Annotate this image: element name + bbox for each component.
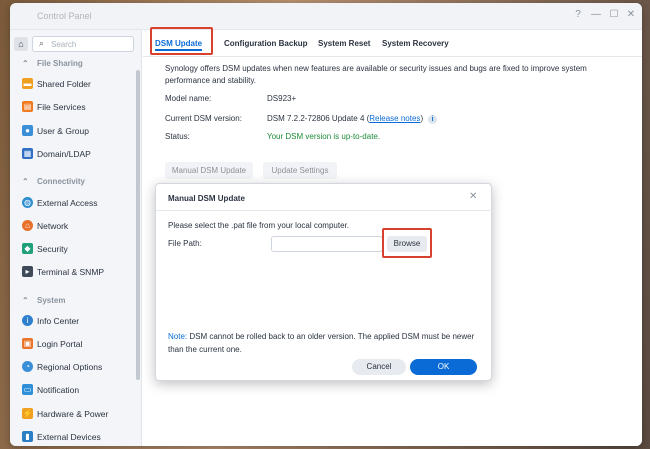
maximize-icon[interactable]: ☐	[608, 8, 620, 22]
model-value: DS923+	[267, 94, 297, 103]
sidebar-item-notification[interactable]: ▭ Notification	[10, 380, 136, 400]
login-portal-icon: ▣	[22, 338, 33, 349]
section-title: System	[37, 296, 66, 305]
dialog-note: Note: DSM cannot be rolled back to an ol…	[168, 330, 484, 356]
shield-icon: ◆	[22, 243, 33, 254]
sidebar-item-external-access[interactable]: ◍ External Access	[10, 193, 136, 213]
regional-icon: ◔	[22, 361, 33, 372]
minimize-icon[interactable]: —	[590, 8, 602, 22]
version-close: )	[420, 114, 424, 123]
window-title: Control Panel	[37, 11, 92, 21]
search-box: ⌕	[32, 36, 134, 52]
tab-label: Configuration Backup	[224, 39, 308, 48]
sidebar-item-label: Info Center	[37, 316, 80, 326]
sidebar-item-user-group[interactable]: ● User & Group	[10, 121, 136, 141]
dialog-title: Manual DSM Update	[168, 194, 245, 203]
tab-label: System Recovery	[382, 39, 449, 48]
sidebar-item-login-portal[interactable]: ▣ Login Portal	[10, 334, 136, 354]
sidebar-item-label: Terminal & SNMP	[37, 267, 105, 277]
status-value: Your DSM version is up-to-date.	[267, 132, 381, 141]
model-label: Model name:	[165, 94, 212, 103]
version-value: DSM 7.2.2-72806 Update 4 (	[267, 114, 370, 123]
sidebar-item-label: Notification	[37, 385, 80, 395]
sidebar-item-label: External Devices	[37, 432, 101, 442]
note-label: Note:	[168, 332, 188, 341]
manual-dsm-update-dialog: Manual DSM Update ✕ Please select the .p…	[155, 183, 493, 381]
title-bar: Control Panel ? — ☐ ✕	[10, 3, 642, 30]
sidebar-item-shared-folder[interactable]: ▬ Shared Folder	[10, 74, 136, 94]
version-label: Current DSM version:	[165, 114, 242, 123]
section-connectivity[interactable]: ⌃ Connectivity	[10, 176, 136, 190]
chevron-up-icon: ⌃	[22, 296, 29, 305]
sidebar-item-hardware-power[interactable]: ⚡ Hardware & Power	[10, 404, 136, 424]
section-title: File Sharing	[37, 59, 83, 68]
sidebar-item-label: External Access	[37, 198, 98, 208]
sidebar-item-external-devices[interactable]: ▮ External Devices	[10, 427, 136, 446]
info-icon[interactable]: i	[428, 115, 438, 124]
file-path-label: File Path:	[168, 239, 202, 248]
network-icon: ⌂	[22, 220, 33, 231]
sidebar-item-security[interactable]: ◆ Security	[10, 239, 136, 259]
search-input[interactable]	[51, 38, 131, 50]
cancel-button[interactable]: Cancel	[352, 359, 406, 375]
version-value-row: DSM 7.2.2-72806 Update 4 (Release notes)…	[267, 114, 438, 124]
notification-icon: ▭	[22, 384, 33, 395]
sidebar-item-regional-options[interactable]: ◔ Regional Options	[10, 357, 136, 377]
release-notes-link[interactable]: Release notes	[369, 114, 420, 123]
sidebar: ⌂ ⌕ ⌃ File Sharing ▬ Shared Folder ▤ Fil…	[10, 30, 142, 446]
sidebar-item-network[interactable]: ⌂ Network	[10, 216, 136, 236]
dialog-close-icon[interactable]: ✕	[469, 191, 477, 202]
sidebar-item-label: Shared Folder	[37, 79, 91, 89]
tab-system-reset[interactable]: System Reset	[318, 35, 370, 53]
sidebar-item-label: User & Group	[37, 126, 89, 136]
sidebar-scrollbar[interactable]	[136, 70, 140, 380]
sidebar-item-label: Security	[37, 244, 68, 254]
info-icon: i	[22, 315, 33, 326]
sidebar-item-label: File Services	[37, 102, 86, 112]
domain-icon: ▦	[22, 148, 33, 159]
section-title: Connectivity	[37, 177, 86, 186]
status-label: Status:	[165, 132, 190, 141]
tab-label: System Reset	[318, 39, 371, 48]
sidebar-item-label: Hardware & Power	[37, 409, 109, 419]
dialog-divider	[156, 210, 493, 211]
external-devices-icon: ▮	[22, 431, 33, 442]
sidebar-item-file-services[interactable]: ▤ File Services	[10, 97, 136, 117]
tab-highlight-box	[150, 27, 213, 55]
tab-configuration-backup[interactable]: Configuration Backup	[224, 35, 308, 53]
file-path-input[interactable]	[271, 236, 383, 252]
note-text: DSM cannot be rolled back to an older ve…	[168, 332, 475, 354]
browse-highlight-box	[382, 228, 432, 258]
ok-button[interactable]: OK	[410, 359, 477, 375]
home-icon[interactable]: ⌂	[14, 37, 28, 51]
section-file-sharing[interactable]: ⌃ File Sharing	[10, 58, 136, 72]
sidebar-item-label: Login Portal	[37, 339, 83, 349]
tab-system-recovery[interactable]: System Recovery	[382, 35, 449, 53]
dialog-instruction: Please select the .pat file from your lo…	[168, 221, 349, 230]
globe-icon: ◍	[22, 197, 33, 208]
chevron-up-icon: ⌃	[22, 177, 29, 186]
users-icon: ●	[22, 125, 33, 136]
update-description: Synology offers DSM updates when new fea…	[165, 64, 587, 85]
search-icon: ⌕	[39, 38, 45, 48]
help-icon[interactable]: ?	[572, 8, 584, 22]
section-system[interactable]: ⌃ System	[10, 295, 136, 309]
sidebar-item-label: Network	[37, 221, 69, 231]
sidebar-item-label: Domain/LDAP	[37, 149, 91, 159]
sidebar-item-label: Regional Options	[37, 362, 103, 372]
file-services-icon: ▤	[22, 101, 33, 112]
sidebar-item-info-center[interactable]: i Info Center	[10, 311, 136, 331]
folder-icon: ▬	[22, 78, 33, 89]
tab-divider	[143, 56, 642, 57]
terminal-icon: ▸	[22, 266, 33, 277]
sidebar-item-domain-ldap[interactable]: ▦ Domain/LDAP	[10, 144, 136, 164]
sidebar-item-terminal-snmp[interactable]: ▸ Terminal & SNMP	[10, 262, 136, 282]
close-icon[interactable]: ✕	[625, 8, 637, 22]
hardware-icon: ⚡	[22, 408, 33, 419]
chevron-up-icon: ⌃	[22, 59, 29, 68]
